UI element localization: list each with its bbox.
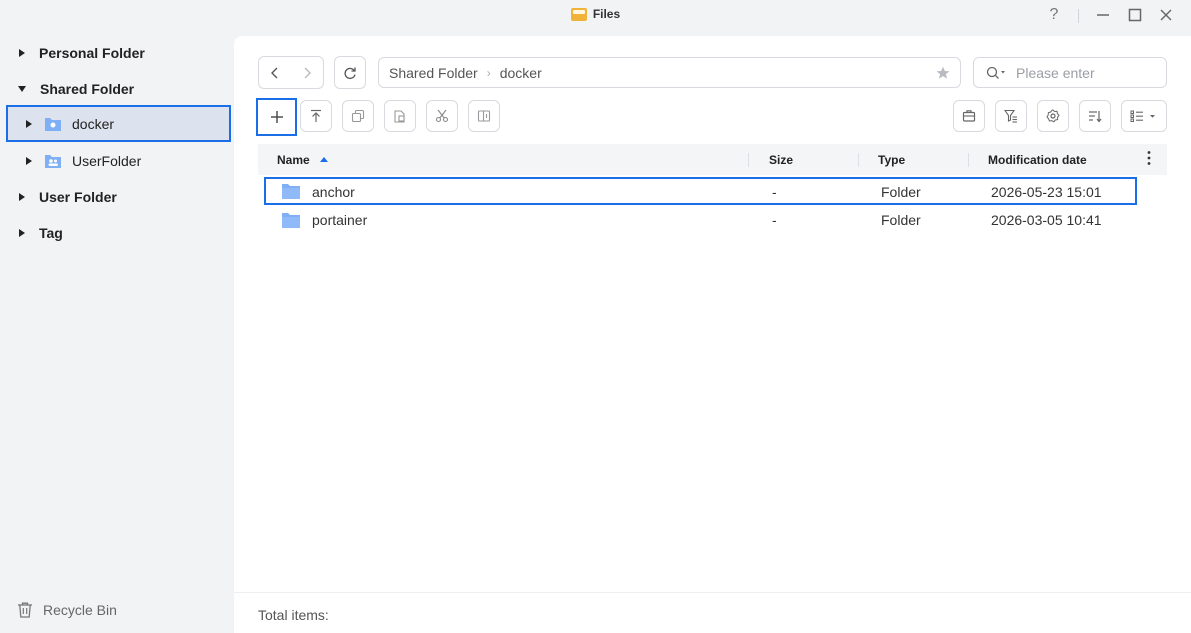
column-options-icon[interactable]	[1147, 150, 1151, 169]
table-header: Name Size Type Modification date	[258, 144, 1167, 175]
gear-icon	[1046, 109, 1060, 123]
recycle-bin-label: Recycle Bin	[43, 602, 117, 618]
sidebar-item-tag[interactable]: Tag	[0, 218, 234, 248]
search-icon	[986, 66, 1005, 79]
breadcrumb-separator-icon: ›	[486, 65, 491, 80]
sidebar-item-label: Shared Folder	[40, 81, 135, 97]
filter-icon	[1004, 109, 1017, 123]
upload-icon	[311, 109, 321, 122]
nav-buttons	[258, 56, 324, 89]
caret-right-icon[interactable]	[17, 48, 27, 58]
column-header-name-label: Name	[277, 153, 310, 167]
files-app-icon	[570, 8, 587, 21]
file-size: -	[772, 184, 777, 200]
move-button[interactable]	[468, 100, 500, 132]
back-button[interactable]	[259, 57, 291, 88]
sidebar-item-label: Tag	[39, 225, 63, 241]
footer-divider	[234, 592, 1191, 593]
plus-icon	[270, 111, 283, 123]
sidebar-item-userfolder[interactable]: UserFolder	[0, 146, 234, 176]
cut-button[interactable]	[426, 100, 458, 132]
sidebar-item-shared-folder[interactable]: Shared Folder	[0, 74, 234, 104]
column-header-modified[interactable]: Modification date	[988, 153, 1087, 167]
caret-down-icon[interactable]	[17, 84, 27, 94]
sidebar-item-label: docker	[72, 115, 115, 132]
file-size: -	[772, 212, 777, 228]
sort-ascending-icon	[320, 157, 329, 162]
file-modified: 2026-03-05 10:41	[991, 212, 1102, 228]
view-mode-button[interactable]	[1121, 100, 1167, 132]
minimize-icon[interactable]	[1092, 5, 1114, 25]
compress-button[interactable]	[953, 100, 985, 132]
file-name[interactable]: anchor	[312, 184, 355, 200]
search-input[interactable]	[1016, 64, 1146, 81]
search-box[interactable]	[973, 57, 1167, 88]
copy-button[interactable]	[342, 100, 374, 132]
user-folder-icon	[45, 155, 61, 168]
table-row[interactable]: portainer - Folder 2026-03-05 10:41	[258, 206, 1167, 235]
sort-icon	[1089, 111, 1102, 123]
column-divider[interactable]	[748, 153, 749, 167]
sidebar-item-label: User Folder	[39, 189, 117, 205]
filter-button[interactable]	[995, 100, 1027, 132]
window-title: Files	[0, 7, 1191, 21]
copy-icon	[351, 109, 365, 123]
chevron-left-icon	[271, 67, 278, 78]
caret-right-icon[interactable]	[24, 119, 34, 129]
scissors-icon	[435, 109, 449, 123]
breadcrumb-current[interactable]: docker	[500, 65, 542, 81]
table-row[interactable]: anchor - Folder 2026-05-23 15:01	[264, 177, 1137, 205]
sidebar-item-docker[interactable]: docker	[6, 105, 231, 142]
refresh-button[interactable]	[334, 56, 366, 89]
window-title-text: Files	[592, 7, 621, 21]
caret-right-icon[interactable]	[17, 228, 27, 238]
list-view-icon	[1130, 110, 1155, 122]
settings-button[interactable]	[1037, 100, 1069, 132]
caret-right-icon[interactable]	[17, 192, 27, 202]
caret-right-icon[interactable]	[24, 156, 34, 166]
column-divider[interactable]	[858, 153, 859, 167]
file-type: Folder	[881, 184, 921, 200]
chevron-right-icon	[304, 67, 311, 78]
column-divider[interactable]	[968, 153, 969, 167]
title-separator	[1078, 9, 1079, 23]
folder-icon	[282, 213, 300, 228]
column-header-name[interactable]: Name	[277, 153, 329, 167]
paste-icon	[394, 110, 405, 123]
sort-button[interactable]	[1079, 100, 1111, 132]
close-icon[interactable]	[1155, 5, 1177, 25]
forward-button[interactable]	[291, 57, 323, 88]
recycle-bin[interactable]: Recycle Bin	[16, 601, 117, 619]
breadcrumb-root[interactable]: Shared Folder	[389, 65, 478, 81]
star-icon[interactable]	[936, 66, 950, 83]
sidebar-item-personal-folder[interactable]: Personal Folder	[0, 38, 234, 68]
file-type: Folder	[881, 212, 921, 228]
column-header-size[interactable]: Size	[769, 153, 793, 167]
folder-icon	[282, 184, 300, 199]
column-header-type[interactable]: Type	[878, 153, 905, 167]
briefcase-icon	[962, 110, 976, 122]
file-modified: 2026-05-23 15:01	[991, 184, 1102, 200]
help-icon[interactable]: ?	[1043, 5, 1065, 25]
maximize-icon[interactable]	[1124, 5, 1146, 25]
total-items: Total items:	[258, 607, 329, 623]
file-browser: Shared Folder › docker Please enter Name…	[234, 36, 1191, 633]
shared-folder-icon	[45, 117, 61, 131]
sidebar-item-label: Personal Folder	[39, 45, 145, 61]
trash-icon	[18, 602, 32, 618]
path-bar[interactable]: Shared Folder › docker	[378, 57, 961, 88]
sidebar-item-label: UserFolder	[72, 153, 142, 169]
refresh-icon	[344, 67, 356, 79]
move-icon	[477, 110, 491, 122]
paste-button[interactable]	[384, 100, 416, 132]
create-button[interactable]	[256, 98, 297, 136]
sidebar-item-user-folder[interactable]: User Folder	[0, 182, 234, 212]
upload-button[interactable]	[300, 100, 332, 132]
sidebar: Personal Folder Shared Folder docker Use…	[0, 30, 234, 633]
file-name[interactable]: portainer	[312, 212, 367, 228]
title-bar: Files ?	[0, 0, 1191, 30]
